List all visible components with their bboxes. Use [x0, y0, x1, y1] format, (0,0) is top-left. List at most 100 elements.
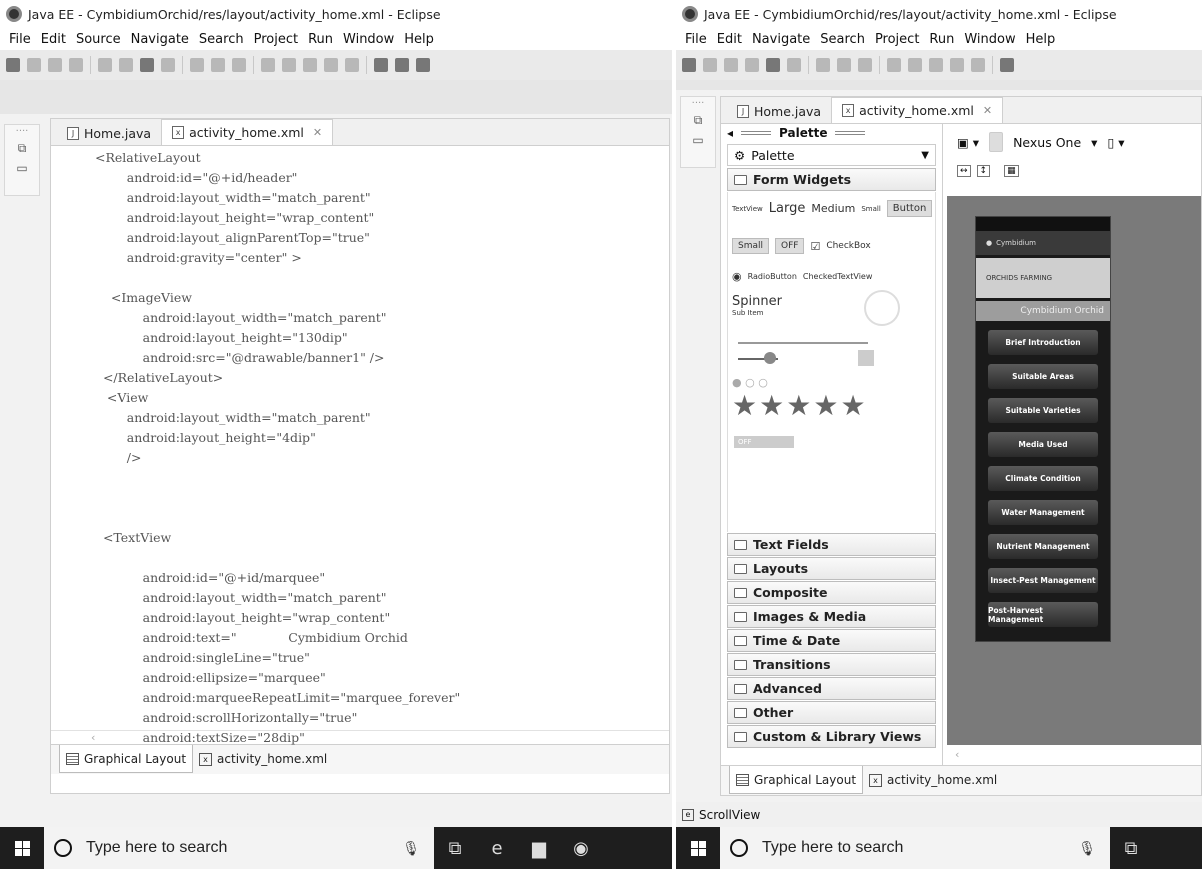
category-composite[interactable]: Composite: [727, 581, 936, 604]
eclipse-taskbar-icon[interactable]: ◉: [560, 827, 602, 869]
tab-graphical-layout[interactable]: Graphical Layout: [59, 745, 194, 773]
lint-icon[interactable]: [211, 58, 225, 72]
category-other[interactable]: Other: [727, 701, 936, 724]
code-area[interactable]: <RelativeLayout android:id="@+id/header"…: [51, 146, 669, 745]
menu-file[interactable]: File: [4, 32, 36, 47]
category-form-widgets[interactable]: Form Widgets: [727, 168, 936, 191]
category-advanced[interactable]: Advanced: [727, 677, 936, 700]
widget-small-text[interactable]: Small: [861, 205, 880, 213]
tab-activity-home-xml[interactable]: x activity_home.xml ✕: [831, 97, 1004, 123]
radio-group-row[interactable]: ● ○ ○: [728, 376, 768, 389]
close-icon[interactable]: ✕: [313, 126, 322, 139]
debug-icon[interactable]: [1000, 58, 1014, 72]
chevron-down-icon[interactable]: ▾: [1091, 135, 1097, 150]
pause-icon[interactable]: [950, 58, 964, 72]
menu-edit[interactable]: Edit: [36, 32, 71, 47]
forward-icon[interactable]: [282, 58, 296, 72]
category-custom-library-views[interactable]: Custom & Library Views: [727, 725, 936, 748]
android-sdk-icon[interactable]: [140, 58, 154, 72]
widget-checkedtextview[interactable]: CheckedTextView: [803, 272, 873, 281]
task-view-icon[interactable]: ⧉: [1110, 827, 1152, 869]
menu-run[interactable]: Run: [924, 32, 959, 47]
progress-circle-icon[interactable]: [864, 290, 900, 326]
avd-manager-icon[interactable]: [787, 58, 801, 72]
menu-edit[interactable]: Edit: [712, 32, 747, 47]
android-sdk-icon[interactable]: [766, 58, 780, 72]
run-icon[interactable]: [395, 58, 409, 72]
widget-checkbox[interactable]: CheckBox: [826, 241, 870, 251]
print-icon[interactable]: [745, 58, 759, 72]
stop-icon[interactable]: [971, 58, 985, 72]
menu-project[interactable]: Project: [249, 32, 303, 47]
save-all-icon[interactable]: [724, 58, 738, 72]
menu-navigate[interactable]: Navigate: [126, 32, 194, 47]
wand-icon[interactable]: [816, 58, 830, 72]
layout-canvas[interactable]: ● Cymbidium ORCHIDS FARMING Cymbidium Or…: [947, 196, 1201, 745]
save-icon[interactable]: [703, 58, 717, 72]
windows-start-icon[interactable]: [676, 827, 720, 869]
save-all-icon[interactable]: [48, 58, 62, 72]
category-images-media[interactable]: Images & Media: [727, 605, 936, 628]
fill-width-icon[interactable]: ↔: [957, 165, 971, 177]
btn-water-management[interactable]: Water Management: [988, 500, 1098, 525]
microphone-icon[interactable]: 🎙: [402, 840, 420, 857]
menu-search[interactable]: Search: [194, 32, 249, 47]
config-chooser-icon[interactable]: ▣ ▾: [957, 135, 979, 150]
menu-file[interactable]: File: [680, 32, 712, 47]
orientation-icon[interactable]: ▯ ▾: [1107, 135, 1124, 150]
tab-activity-home-xml[interactable]: x activity_home.xml ✕: [161, 119, 334, 145]
category-text-fields[interactable]: Text Fields: [727, 533, 936, 556]
btn-suitable-varieties[interactable]: Suitable Varieties: [988, 398, 1098, 423]
menu-run[interactable]: Run: [303, 32, 338, 47]
restore-icon[interactable]: ⧉: [691, 113, 705, 127]
menu-search[interactable]: Search: [815, 32, 870, 47]
back-icon[interactable]: [887, 58, 901, 72]
save-icon[interactable]: [27, 58, 41, 72]
widget-toggle-button[interactable]: OFF: [775, 238, 805, 254]
tab-xml-source[interactable]: x activity_home.xml: [863, 766, 1004, 794]
quick-contact-badge[interactable]: [858, 350, 874, 366]
btn-suitable-areas[interactable]: Suitable Areas: [988, 364, 1098, 389]
menu-source[interactable]: Source: [71, 32, 126, 47]
taskbar-search-box[interactable]: Type here to search 🎙: [44, 827, 434, 869]
tab-home-java[interactable]: J Home.java: [727, 99, 831, 123]
task-view-icon[interactable]: ⧉: [434, 827, 476, 869]
btn-climate-condition[interactable]: Climate Condition: [988, 466, 1098, 491]
btn-media-used[interactable]: Media Used: [988, 432, 1098, 457]
btn-insect-pest-management[interactable]: Insect-Pest Management: [988, 568, 1098, 593]
category-layouts[interactable]: Layouts: [727, 557, 936, 580]
refresh-icon[interactable]: [119, 58, 133, 72]
btn-post-harvest-management[interactable]: Post-Harvest Management: [988, 602, 1098, 627]
btn-brief-introduction[interactable]: Brief Introduction: [988, 330, 1098, 355]
taskbar-search-box[interactable]: Type here to search 🎙: [720, 827, 1110, 869]
menu-help[interactable]: Help: [399, 32, 439, 47]
debug-icon[interactable]: [374, 58, 388, 72]
close-icon[interactable]: ✕: [983, 104, 992, 117]
microphone-icon[interactable]: 🎙: [1078, 840, 1096, 857]
back-icon[interactable]: [261, 58, 275, 72]
category-transitions[interactable]: Transitions: [727, 653, 936, 676]
new-icon[interactable]: [682, 58, 696, 72]
widget-large[interactable]: Large: [769, 201, 806, 216]
layout-icon[interactable]: [858, 58, 872, 72]
restore-icon[interactable]: ⧉: [15, 141, 29, 155]
widget-medium[interactable]: Medium: [811, 202, 855, 215]
btn-nutrient-management[interactable]: Nutrient Management: [988, 534, 1098, 559]
palette-dropdown[interactable]: ⚙ Palette ▼: [727, 144, 936, 166]
device-selector[interactable]: Nexus One: [1013, 135, 1081, 150]
resume-icon[interactable]: [303, 58, 317, 72]
avd-manager-icon[interactable]: [161, 58, 175, 72]
build-icon[interactable]: [98, 58, 112, 72]
widget-radiobutton[interactable]: RadioButton: [748, 272, 797, 281]
seekbar-thumb[interactable]: [764, 352, 776, 364]
wand-icon[interactable]: [190, 58, 204, 72]
category-time-date[interactable]: Time & Date: [727, 629, 936, 652]
edge-icon[interactable]: e: [476, 827, 518, 869]
layout-icon[interactable]: [232, 58, 246, 72]
progress-bar[interactable]: [738, 342, 868, 344]
rating-bar[interactable]: ★ ★ ★ ★ ★: [728, 392, 866, 420]
search-icon[interactable]: [416, 58, 430, 72]
widget-button[interactable]: Button: [886, 200, 933, 217]
forward-icon[interactable]: [908, 58, 922, 72]
print-icon[interactable]: [69, 58, 83, 72]
